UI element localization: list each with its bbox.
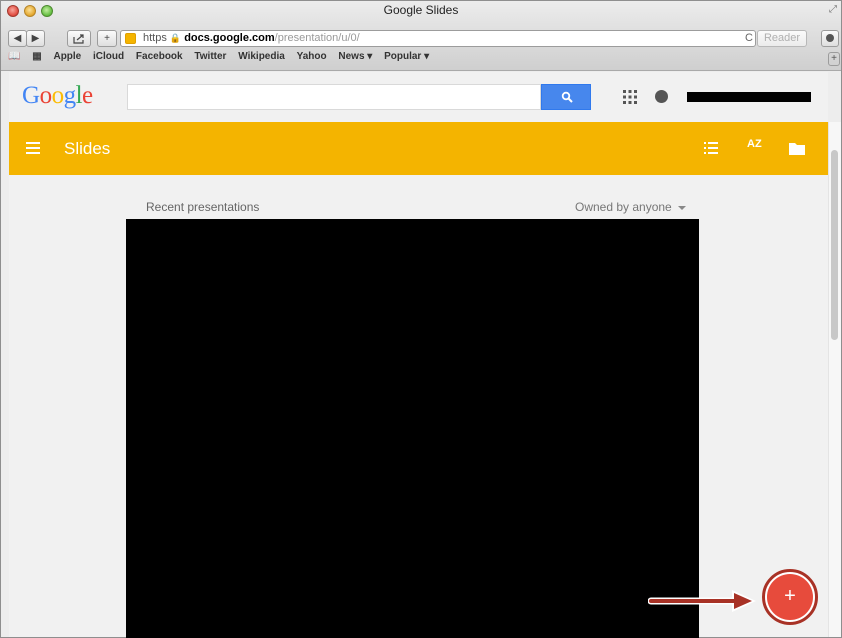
bookmarks-book-icon[interactable]: 📖 <box>8 51 20 62</box>
new-presentation-button[interactable]: + <box>767 574 813 620</box>
bookmark-news[interactable]: News ▾ <box>338 51 372 62</box>
downloads-button[interactable] <box>821 30 839 47</box>
address-bar[interactable]: https 🔒 docs.google.com/presentation/u/0… <box>120 30 756 47</box>
reload-icon[interactable]: C <box>745 31 753 46</box>
lock-icon: 🔒 <box>169 33 182 43</box>
reader-button[interactable]: Reader <box>757 30 807 47</box>
back-button[interactable]: ◀ <box>8 30 27 47</box>
forward-icon: ▶ <box>31 33 40 44</box>
search-button[interactable] <box>541 84 591 110</box>
bookmarks-bar: 📖 ▦ Apple iCloud Facebook Twitter Wikipe… <box>8 51 438 65</box>
app-title: Slides <box>64 139 111 158</box>
logo-letter: o <box>51 82 65 109</box>
search-input[interactable] <box>127 84 541 110</box>
plus-icon: + <box>784 585 796 607</box>
sort-az-icon[interactable]: AZ <box>747 138 762 150</box>
bookmark-popular[interactable]: Popular ▾ <box>384 51 429 62</box>
notifications-icon[interactable] <box>655 90 668 103</box>
account-name-redacted[interactable] <box>687 92 811 102</box>
share-icon <box>73 34 84 44</box>
scrollbar-thumb[interactable] <box>831 150 838 340</box>
logo-letter: o <box>39 82 53 109</box>
google-logo[interactable]: Google <box>22 82 93 110</box>
window-title: Google Slides <box>383 3 459 17</box>
bookmark-apple[interactable]: Apple <box>53 51 81 62</box>
bookmark-twitter[interactable]: Twitter <box>194 51 226 62</box>
chevron-down-icon <box>677 205 686 210</box>
back-icon: ◀ <box>13 33 22 44</box>
favicon-icon <box>125 33 136 44</box>
forward-button[interactable]: ▶ <box>26 30 45 47</box>
bookmark-icloud[interactable]: iCloud <box>93 51 124 62</box>
share-button[interactable] <box>67 30 91 47</box>
arrow-annotation-icon <box>648 590 756 612</box>
recent-presentations-heading: Recent presentations <box>146 200 260 214</box>
new-tab-button[interactable]: + <box>97 30 117 47</box>
add-bookmark-button[interactable]: + <box>828 52 840 66</box>
folder-icon[interactable] <box>789 142 805 155</box>
google-header: Google <box>9 72 828 123</box>
bookmark-wikipedia[interactable]: Wikipedia <box>238 51 285 62</box>
search-icon <box>561 91 573 103</box>
presentation-preview[interactable] <box>126 219 699 638</box>
logo-letter: g <box>63 82 77 109</box>
url-text: https 🔒 docs.google.com/presentation/u/0… <box>143 32 360 44</box>
slides-app-bar: Slides AZ <box>9 122 828 175</box>
logo-letter: e <box>82 82 93 109</box>
owner-filter-label: Owned by anyone <box>575 200 672 214</box>
downloads-icon <box>826 34 834 42</box>
logo-letter: G <box>22 82 40 109</box>
fullscreen-icon[interactable]: ⤢ <box>829 4 837 15</box>
bookmark-facebook[interactable]: Facebook <box>136 51 183 62</box>
apps-grid-icon[interactable] <box>623 90 637 104</box>
top-sites-grid-icon[interactable]: ▦ <box>32 51 41 62</box>
owner-filter-dropdown[interactable]: Owned by anyone <box>575 200 686 214</box>
bookmark-yahoo[interactable]: Yahoo <box>297 51 327 62</box>
list-view-icon[interactable] <box>704 142 718 154</box>
hamburger-menu-icon[interactable] <box>26 142 40 154</box>
